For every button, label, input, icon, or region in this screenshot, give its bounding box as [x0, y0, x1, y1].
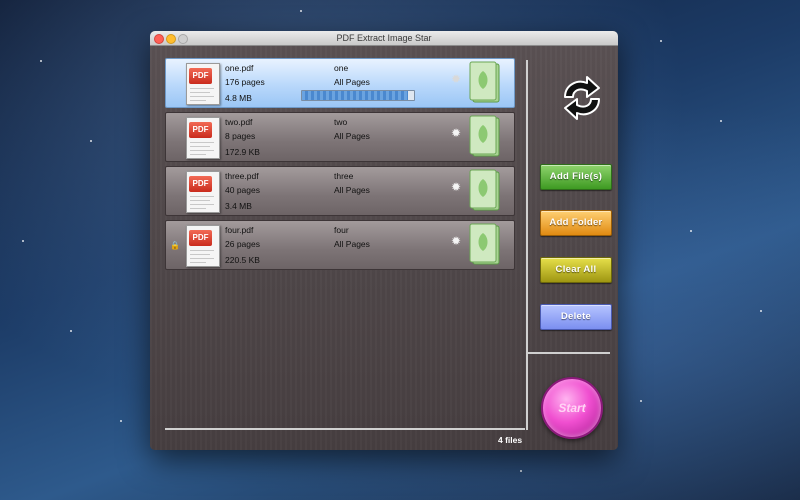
- file-pages: 8 pages: [225, 131, 256, 141]
- add-folder-button[interactable]: Add Folder: [540, 210, 612, 236]
- file-pages: 26 pages: [225, 239, 260, 249]
- pdf-file-icon: PDF: [186, 225, 220, 267]
- lock-icon: 🔒: [170, 241, 180, 250]
- start-button[interactable]: Start: [541, 377, 603, 439]
- clear-all-button[interactable]: Clear All: [540, 257, 612, 283]
- zoom-window-button[interactable]: [178, 34, 188, 44]
- file-size: 3.4 MB: [225, 201, 252, 211]
- gear-icon[interactable]: ✹: [450, 127, 462, 139]
- green-book-icon[interactable]: [467, 169, 503, 212]
- page-range: All Pages: [334, 185, 370, 195]
- main-content: PDF one.pdf 176 pages 4.8 MB one All Pag…: [150, 46, 618, 450]
- output-name: three: [334, 171, 354, 181]
- page-range: All Pages: [334, 239, 370, 249]
- file-size: 4.8 MB: [225, 93, 252, 103]
- app-window: PDF Extract Image Star PDF one.pdf 176 p…: [150, 31, 618, 450]
- page-range: All Pages: [334, 131, 370, 141]
- pdf-file-icon: PDF: [186, 63, 220, 105]
- bottom-divider: [165, 428, 525, 430]
- file-count: 4 files: [498, 435, 523, 445]
- pdf-file-icon: PDF: [186, 117, 220, 159]
- file-name: three.pdf: [225, 171, 259, 181]
- output-name: four: [334, 225, 349, 235]
- file-name: four.pdf: [225, 225, 254, 235]
- file-pages: 176 pages: [225, 77, 265, 87]
- add-files-button[interactable]: Add File(s): [540, 164, 612, 190]
- file-row-1[interactable]: PDF one.pdf 176 pages 4.8 MB one All Pag…: [165, 58, 515, 108]
- pdf-file-icon: PDF: [186, 171, 220, 213]
- output-name: two: [334, 117, 348, 127]
- output-name: one: [334, 63, 349, 73]
- delete-button[interactable]: Delete: [540, 304, 612, 330]
- refresh-arrows-icon[interactable]: [557, 75, 607, 121]
- gear-icon[interactable]: ✹: [450, 235, 462, 247]
- green-book-icon[interactable]: [467, 223, 503, 266]
- file-row-3[interactable]: PDF three.pdf 40 pages 3.4 MB three All …: [165, 166, 515, 216]
- minimize-window-button[interactable]: [166, 34, 176, 44]
- file-row-2[interactable]: PDF two.pdf 8 pages 172.9 KB two All Pag…: [165, 112, 515, 162]
- file-pages: 40 pages: [225, 185, 260, 195]
- file-name: two.pdf: [225, 117, 253, 127]
- progress-bar: [301, 90, 415, 101]
- green-book-icon[interactable]: [467, 61, 503, 104]
- page-range: All Pages: [334, 77, 370, 87]
- green-book-icon[interactable]: [467, 115, 503, 158]
- file-row-4[interactable]: 🔒 PDF four.pdf 26 pages 220.5 KB four Al…: [165, 220, 515, 270]
- vertical-divider: [526, 60, 528, 430]
- file-name: one.pdf: [225, 63, 254, 73]
- gear-icon[interactable]: ✹: [450, 73, 462, 85]
- close-window-button[interactable]: [154, 34, 164, 44]
- horizontal-divider: [528, 352, 610, 354]
- gear-icon[interactable]: ✹: [450, 181, 462, 193]
- title-bar: PDF Extract Image Star: [150, 31, 618, 46]
- window-title: PDF Extract Image Star: [336, 33, 432, 43]
- file-size: 172.9 KB: [225, 147, 260, 157]
- file-size: 220.5 KB: [225, 255, 260, 265]
